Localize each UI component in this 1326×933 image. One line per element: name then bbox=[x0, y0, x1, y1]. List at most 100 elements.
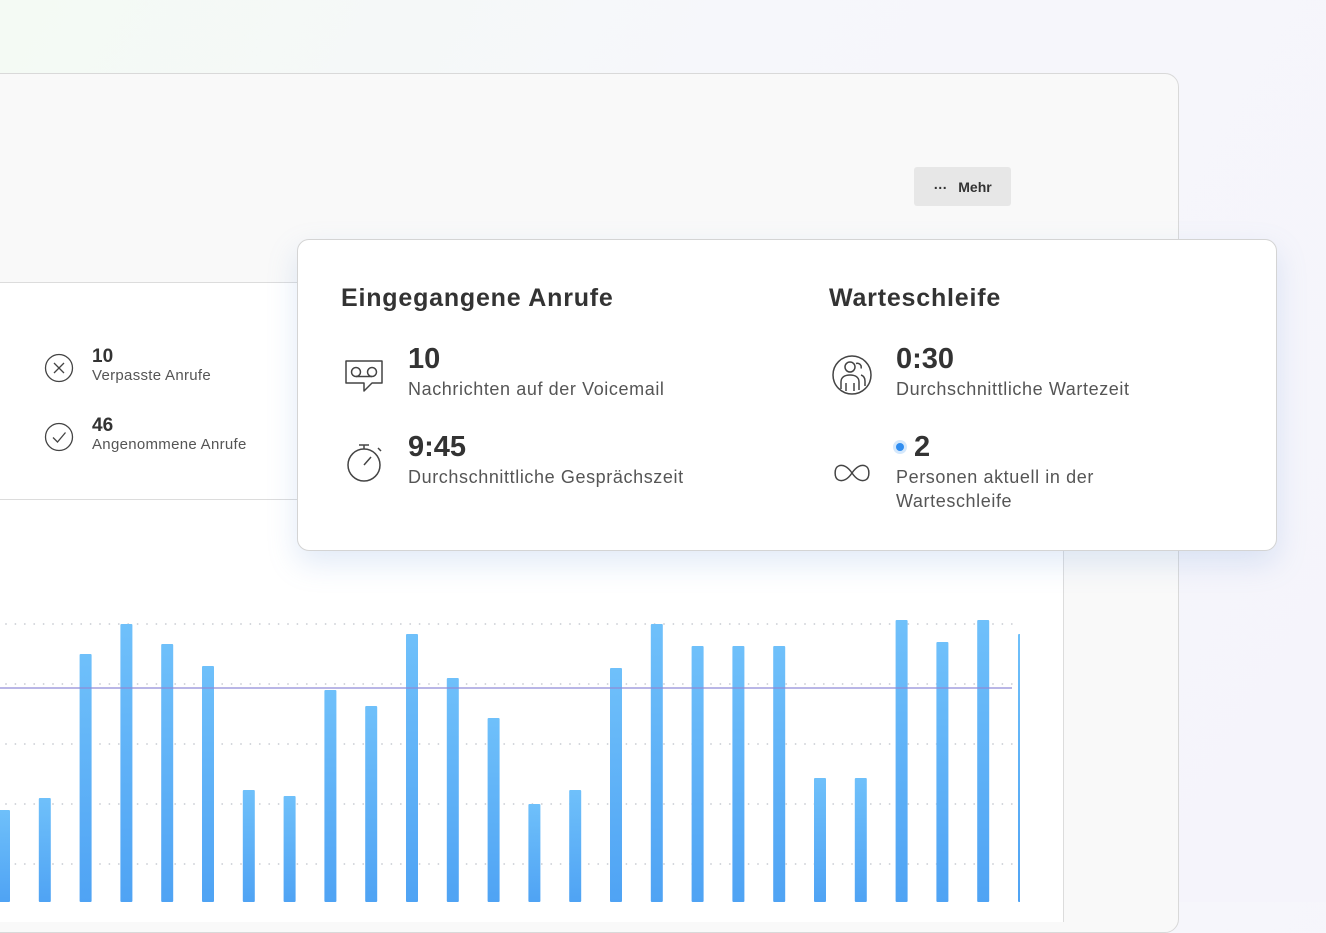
grid-dot bbox=[625, 803, 628, 805]
grid-dot bbox=[719, 623, 722, 625]
grid-dot bbox=[851, 743, 853, 745]
grid-dot bbox=[70, 803, 73, 805]
grid-dot bbox=[390, 683, 393, 685]
grid-dot bbox=[305, 623, 308, 625]
grid-dot bbox=[14, 803, 17, 805]
grid-dot bbox=[663, 803, 665, 805]
grid-dot bbox=[841, 863, 844, 865]
grid-dot bbox=[569, 683, 571, 685]
grid-dot bbox=[136, 743, 139, 745]
grid-dot bbox=[287, 683, 289, 685]
grid-dot bbox=[663, 863, 665, 865]
grid-dot bbox=[99, 743, 101, 745]
grid-dot bbox=[747, 623, 750, 625]
grid-dot bbox=[240, 683, 242, 685]
grid-dot bbox=[672, 803, 675, 805]
grid-dot bbox=[634, 623, 637, 625]
grid-dot bbox=[493, 623, 496, 625]
grid-dot bbox=[277, 863, 280, 865]
grid-dot bbox=[437, 623, 440, 625]
grid-dot bbox=[728, 623, 731, 625]
grid-dot bbox=[5, 683, 7, 685]
grid-dot bbox=[475, 743, 477, 745]
grid-dot bbox=[804, 623, 806, 625]
grid-dot bbox=[512, 623, 515, 625]
chart-bar bbox=[569, 790, 582, 902]
chart-bar bbox=[161, 644, 174, 902]
grid-dot bbox=[794, 623, 797, 625]
missed-calls-value: 10 bbox=[92, 346, 114, 367]
grid-dot bbox=[559, 743, 562, 745]
grid-dot bbox=[916, 683, 919, 685]
grid-dot bbox=[1001, 803, 1004, 805]
grid-dot bbox=[475, 803, 477, 805]
grid-dot bbox=[296, 683, 299, 685]
grid-dot bbox=[587, 743, 590, 745]
grid-dot bbox=[371, 623, 374, 625]
grid-dot bbox=[569, 623, 571, 625]
grid-dot bbox=[832, 743, 835, 745]
grid-dot bbox=[634, 743, 637, 745]
grid-dot bbox=[484, 743, 487, 745]
grid-dot bbox=[813, 623, 816, 625]
grid-dot bbox=[710, 803, 712, 805]
more-button[interactable]: … Mehr bbox=[914, 167, 1011, 206]
grid-dot bbox=[634, 683, 637, 685]
grid-dot bbox=[804, 683, 806, 685]
grid-dot bbox=[61, 803, 64, 805]
calls-bar-chart bbox=[0, 620, 1020, 902]
chart-bar bbox=[936, 642, 949, 902]
grid-dot bbox=[352, 683, 355, 685]
grid-dot bbox=[258, 743, 261, 745]
grid-dot bbox=[522, 863, 524, 865]
grid-dot bbox=[860, 683, 863, 685]
grid-dot bbox=[851, 683, 853, 685]
grid-dot bbox=[841, 803, 844, 805]
grid-dot bbox=[907, 863, 910, 865]
chart-bar bbox=[1018, 634, 1020, 902]
grid-dot bbox=[108, 743, 111, 745]
grid-dot bbox=[822, 743, 825, 745]
grid-dot bbox=[691, 623, 694, 625]
grid-dot bbox=[841, 623, 844, 625]
chart-bar bbox=[202, 666, 214, 902]
grid-dot bbox=[597, 743, 600, 745]
grid-dot bbox=[926, 863, 929, 865]
grid-dot bbox=[155, 803, 158, 805]
grid-dot bbox=[766, 623, 769, 625]
grid-dot bbox=[418, 743, 421, 745]
grid-dot bbox=[663, 683, 665, 685]
grid-dot bbox=[681, 683, 684, 685]
grid-dot bbox=[540, 743, 543, 745]
grid-dot bbox=[531, 683, 534, 685]
grid-dot bbox=[597, 863, 600, 865]
grid-dot bbox=[616, 623, 618, 625]
grid-dot bbox=[888, 683, 891, 685]
grid-dot bbox=[465, 623, 468, 625]
grid-dot bbox=[428, 743, 430, 745]
grid-dot bbox=[700, 623, 703, 625]
chart-bar bbox=[79, 654, 92, 902]
grid-dot bbox=[550, 683, 553, 685]
grid-dot bbox=[757, 863, 759, 865]
grid-dot bbox=[578, 743, 581, 745]
talk-time-value: 9:45 bbox=[408, 431, 467, 463]
grid-dot bbox=[465, 863, 468, 865]
grid-dot bbox=[644, 863, 647, 865]
grid-dot bbox=[785, 623, 788, 625]
stopwatch-icon bbox=[347, 444, 382, 482]
grid-dot bbox=[381, 683, 383, 685]
grid-dot bbox=[813, 683, 816, 685]
grid-dot bbox=[174, 683, 177, 685]
grid-dot bbox=[522, 623, 524, 625]
grid-dot bbox=[155, 863, 158, 865]
grid-dot bbox=[230, 743, 233, 745]
chart-bar bbox=[854, 778, 867, 902]
grid-dot bbox=[644, 803, 647, 805]
grid-dot bbox=[14, 683, 17, 685]
people-icon bbox=[832, 355, 872, 395]
grid-dot bbox=[559, 863, 562, 865]
grid-dot bbox=[672, 683, 675, 685]
grid-dot bbox=[183, 803, 186, 805]
grid-dot bbox=[70, 863, 73, 865]
